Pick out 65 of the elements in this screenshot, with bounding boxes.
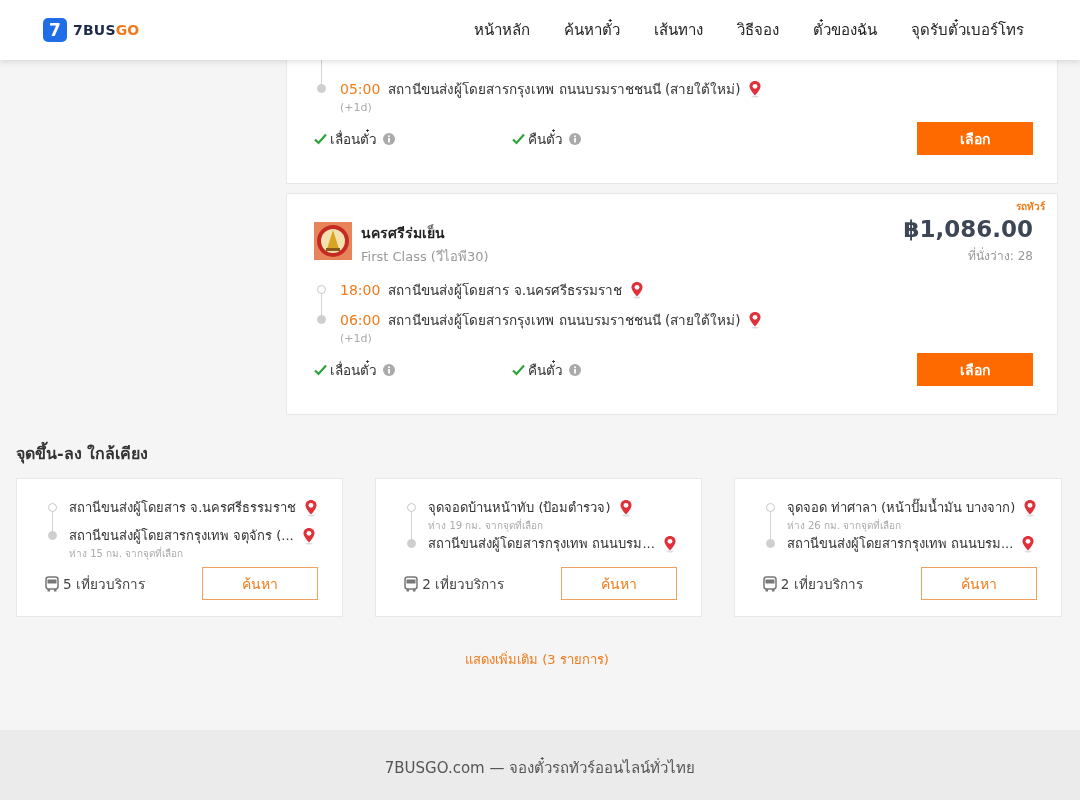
- trip-count: 2 เที่ยวบริการ: [422, 574, 505, 594]
- stop-place: สถานีขนส่งผู้โดยสารกรุงเทพ ถนนบรมราชชนนี (สายใต้ใหม่): [388, 311, 741, 331]
- section-title: จุดขึ้น-ลง ใกล้เคียง: [16, 441, 1058, 466]
- stop-place: สถานีขนส่งผู้โดยสารกรุงเทพ ถนนบรมราชชนนี (สายใต้ใหม่): [388, 80, 741, 100]
- map-pin-icon: [748, 80, 763, 98]
- distance-note: ห่าง 15 กม. จากจุดที่เลือก: [69, 546, 185, 561]
- stop-time: 18:00: [340, 282, 381, 298]
- brand-name: 7BUSGO: [73, 22, 140, 38]
- timeline-dot: [317, 84, 326, 93]
- map-pin-icon: [1021, 534, 1036, 553]
- seats-available: ที่นั่งว่าง: 28: [967, 246, 1033, 265]
- stop-time: 06:00: [340, 312, 381, 328]
- map-pin-icon: [301, 526, 316, 545]
- ticket-price: ฿1,086.00: [903, 216, 1033, 242]
- info-icon: [569, 132, 581, 145]
- map-pin-icon: [618, 498, 633, 517]
- bus-icon: [45, 575, 59, 592]
- timeline-dot: [48, 531, 57, 540]
- footer-text: 7BUSGO.com — จองตั๋วรถทัวร์ออนไลน์ทั่วไทย: [384, 756, 696, 779]
- feature-label: เลื่อนตั๋ว: [330, 359, 377, 380]
- nav-link[interactable]: เส้นทาง: [654, 18, 703, 42]
- trip-count: 2 เที่ยวบริการ: [780, 574, 863, 594]
- nav-link[interactable]: หน้าหลัก: [474, 18, 530, 42]
- operator-name: นครศรีร่มเย็น: [361, 223, 446, 243]
- stop-time: 05:00: [340, 81, 381, 97]
- timeline-dot: [48, 503, 57, 512]
- bus-icon: [404, 575, 419, 592]
- timeline-dot: [765, 503, 775, 512]
- stop-place: สถานีขนส่งผู้โดยสารกรุงเทพ จตุจักร (...: [69, 527, 294, 546]
- info-icon: [383, 363, 395, 376]
- info-icon: [569, 363, 581, 376]
- distance-note: ห่าง 26 กม. จากจุดที่เลือก: [786, 518, 903, 533]
- feature-label: เลื่อนตั๋ว: [330, 128, 377, 149]
- stop-place: สถานีขนส่งผู้โดยสาร จ.นครศรีธรรมราช: [69, 499, 297, 518]
- map-pin-icon: [748, 311, 763, 329]
- logo-mark: 7: [43, 18, 67, 42]
- distance-note: ห่าง 19 กม. จากจุดที่เลือก: [428, 518, 544, 533]
- operator-logo: [314, 222, 352, 260]
- nav-link[interactable]: จุดรับตั๋วเบอร์โทร: [911, 18, 1024, 42]
- nav-link[interactable]: ค้นหาตั๋ว: [564, 18, 620, 42]
- bus-icon: [762, 575, 777, 592]
- feature-label: คืนตั๋ว: [528, 359, 563, 380]
- stop-place: สถานีขนส่งผู้โดยสารกรุงเทพ ถนนบรม...: [428, 535, 655, 554]
- bus-class: First Class (วีไอพี30): [361, 248, 489, 266]
- stop-place: จุดจอด ท่าศาลา (หน้าปั๊มน้ำมัน บางจาก): [786, 497, 1016, 518]
- nav-link[interactable]: วิธีจอง: [737, 18, 779, 42]
- feature-label: คืนตั๋ว: [528, 128, 563, 149]
- stop-place: สถานีขนส่งผู้โดยสาร จ.นครศรีธรรมราช: [388, 281, 622, 301]
- timeline-dot: [317, 285, 326, 294]
- timeline-dot: [317, 315, 326, 324]
- timeline-dot: [407, 503, 417, 512]
- timeline-dot: [765, 539, 775, 548]
- map-pin-icon: [1023, 498, 1038, 517]
- map-pin-icon: [629, 281, 644, 299]
- trip-count: 5 เที่ยวบริการ: [63, 574, 145, 594]
- stop-place: จุดจอดบ้านหน้าทับ (ป้อมตำรวจ): [428, 499, 611, 518]
- info-icon: [383, 132, 395, 145]
- day-offset: (+1d): [340, 101, 373, 114]
- map-pin-icon: [662, 534, 677, 553]
- bus-type-tag: รถทัวร์: [1016, 199, 1045, 214]
- nav-link[interactable]: ตั๋วของฉัน: [813, 18, 877, 42]
- stop-place: สถานีขนส่งผู้โดยสารกรุงเทพ ถนนบรม...: [786, 535, 1014, 554]
- day-offset: (+1d): [340, 332, 373, 345]
- map-pin-icon: [304, 498, 319, 517]
- timeline-dot: [407, 539, 417, 548]
